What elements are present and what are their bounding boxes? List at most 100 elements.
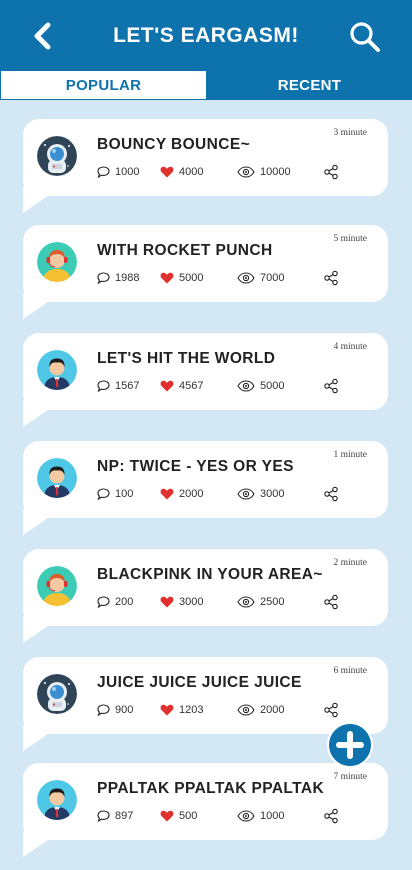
post-time: 2 minute — [333, 558, 367, 568]
likes-count[interactable]: 4000 — [160, 164, 203, 180]
businessman-avatar-icon — [37, 780, 77, 820]
eye-icon — [237, 704, 255, 716]
post-card[interactable]: LET'S HIT THE WORLD 4 minute 1567 4567 5… — [23, 333, 388, 427]
likes-count[interactable]: 1203 — [160, 702, 203, 718]
post-card[interactable]: NP: TWICE - YES OR YES 1 minute 100 2000… — [23, 441, 388, 535]
share-icon[interactable] — [323, 702, 339, 718]
heart-icon — [160, 166, 174, 178]
views-value: 1000 — [260, 810, 285, 822]
comments-count[interactable]: 1000 — [97, 164, 139, 180]
likes-value: 4567 — [179, 380, 204, 392]
search-icon[interactable] — [348, 20, 382, 54]
businessman-avatar-icon — [37, 458, 77, 498]
heart-icon — [160, 704, 174, 716]
eye-icon — [237, 166, 255, 178]
views-count[interactable]: 2000 — [237, 702, 284, 718]
likes-value: 2000 — [179, 488, 204, 500]
share-icon[interactable] — [323, 164, 339, 180]
tab-popular[interactable]: POPULAR — [1, 71, 206, 99]
views-count[interactable]: 7000 — [237, 270, 284, 286]
share-icon[interactable] — [323, 270, 339, 286]
likes-count[interactable]: 3000 — [160, 594, 203, 610]
post-stats: 1567 4567 5000 — [97, 378, 377, 394]
views-value: 5000 — [260, 380, 285, 392]
post-card[interactable]: WITH ROCKET PUNCH 5 minute 1988 5000 700… — [23, 225, 388, 319]
views-value: 2500 — [260, 596, 285, 608]
post-time: 6 minute — [333, 666, 367, 676]
share-icon[interactable] — [323, 808, 339, 824]
heart-icon — [160, 810, 174, 822]
post-time: 7 minute — [333, 772, 367, 782]
post-card[interactable]: PPALTAK PPALTAK PPALTAK 7 minute 897 500… — [23, 763, 388, 857]
app-header: LET'S EARGASM! — [0, 0, 412, 70]
share-icon[interactable] — [323, 378, 339, 394]
comments-count[interactable]: 900 — [97, 702, 133, 718]
support-agent-avatar-icon — [37, 566, 77, 606]
likes-value: 3000 — [179, 596, 204, 608]
eye-icon — [237, 272, 255, 284]
views-value: 2000 — [260, 704, 285, 716]
businessman-avatar-icon — [37, 350, 77, 390]
post-stats: 1988 5000 7000 — [97, 270, 377, 286]
post-title: BLACKPINK IN YOUR AREA~ — [97, 566, 323, 583]
post-card[interactable]: BLACKPINK IN YOUR AREA~ 2 minute 200 300… — [23, 549, 388, 643]
post-stats: 900 1203 2000 — [97, 702, 377, 718]
astronaut-avatar-icon — [37, 136, 77, 176]
views-value: 10000 — [260, 166, 291, 178]
comments-count[interactable]: 100 — [97, 486, 133, 502]
eye-icon — [237, 488, 255, 500]
views-value: 7000 — [260, 272, 285, 284]
post-card[interactable]: JUICE JUICE JUICE JUICE 6 minute 900 120… — [23, 657, 388, 751]
likes-count[interactable]: 4567 — [160, 378, 203, 394]
comment-icon — [97, 166, 110, 178]
comments-value: 100 — [115, 488, 134, 500]
post-time: 3 minute — [333, 128, 367, 138]
post-title: NP: TWICE - YES OR YES — [97, 458, 294, 475]
likes-count[interactable]: 2000 — [160, 486, 203, 502]
views-count[interactable]: 5000 — [237, 378, 284, 394]
heart-icon — [160, 488, 174, 500]
add-post-button[interactable] — [327, 722, 373, 768]
post-stats: 200 3000 2500 — [97, 594, 377, 610]
comments-value: 897 — [115, 810, 134, 822]
tab-bar: POPULAR RECENT — [0, 70, 412, 100]
comments-value: 1988 — [115, 272, 140, 284]
share-icon[interactable] — [323, 594, 339, 610]
post-card[interactable]: BOUNCY BOUNCE~ 3 minute 1000 4000 10000 — [23, 119, 388, 213]
share-icon[interactable] — [323, 486, 339, 502]
post-title: LET'S HIT THE WORLD — [97, 350, 276, 367]
comments-count[interactable]: 1567 — [97, 378, 139, 394]
views-count[interactable]: 1000 — [237, 808, 284, 824]
eye-icon — [237, 596, 255, 608]
likes-value: 1203 — [179, 704, 204, 716]
post-title: PPALTAK PPALTAK PPALTAK — [97, 780, 325, 797]
likes-count[interactable]: 500 — [160, 808, 197, 824]
comment-icon — [97, 380, 110, 392]
eye-icon — [237, 810, 255, 822]
comments-count[interactable]: 1988 — [97, 270, 139, 286]
comments-count[interactable]: 200 — [97, 594, 133, 610]
post-title: JUICE JUICE JUICE JUICE — [97, 674, 302, 691]
comments-value: 1000 — [115, 166, 140, 178]
support-agent-avatar-icon — [37, 242, 77, 282]
likes-count[interactable]: 5000 — [160, 270, 203, 286]
likes-value: 500 — [179, 810, 198, 822]
comments-count[interactable]: 897 — [97, 808, 133, 824]
comment-icon — [97, 488, 110, 500]
heart-icon — [160, 380, 174, 392]
post-time: 5 minute — [333, 234, 367, 244]
views-count[interactable]: 10000 — [237, 164, 291, 180]
plus-icon — [336, 731, 364, 759]
eye-icon — [237, 380, 255, 392]
comment-icon — [97, 704, 110, 716]
post-stats: 897 500 1000 — [97, 808, 377, 824]
comments-value: 200 — [115, 596, 134, 608]
views-count[interactable]: 2500 — [237, 594, 284, 610]
tab-recent[interactable]: RECENT — [207, 70, 412, 100]
views-count[interactable]: 3000 — [237, 486, 284, 502]
comment-icon — [97, 810, 110, 822]
comments-value: 900 — [115, 704, 134, 716]
astronaut-avatar-icon — [37, 674, 77, 714]
heart-icon — [160, 596, 174, 608]
post-time: 4 minute — [333, 342, 367, 352]
